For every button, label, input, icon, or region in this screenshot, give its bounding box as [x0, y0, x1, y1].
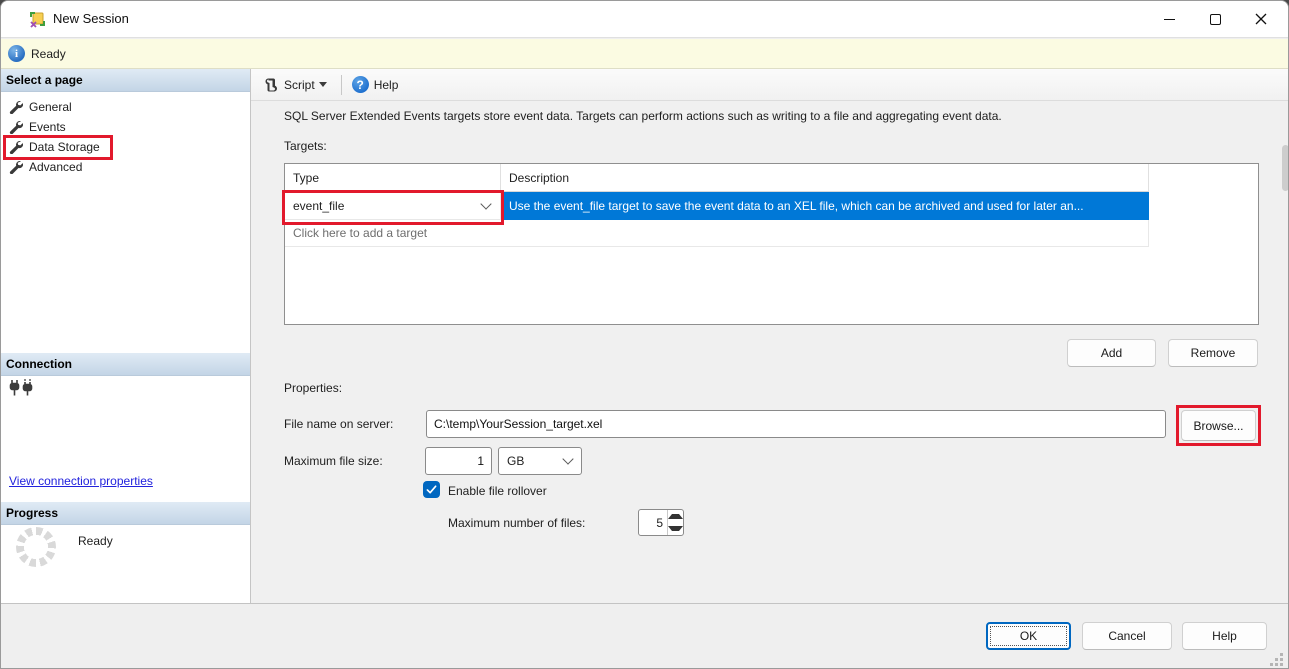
chevron-down-icon[interactable]	[480, 198, 491, 209]
intro-text: SQL Server Extended Events targets store…	[284, 109, 1002, 123]
sidebar-item-data-storage[interactable]: Data Storage	[1, 137, 250, 157]
targets-grid: Type Description event_file Use the even…	[284, 163, 1259, 325]
sidebar-item-label: Data Storage	[29, 140, 100, 154]
status-strip: i Ready	[1, 39, 1288, 69]
browse-button[interactable]: Browse...	[1181, 410, 1256, 441]
connection-header: Connection	[1, 353, 250, 376]
file-name-input[interactable]	[426, 410, 1166, 438]
maximize-button[interactable]	[1192, 1, 1238, 37]
help-label: Help	[374, 78, 399, 92]
sidebar-item-label: Events	[29, 120, 66, 134]
add-target-placeholder-row[interactable]: Click here to add a target	[285, 220, 1149, 247]
script-label: Script	[284, 78, 315, 92]
enable-file-rollover-label: Enable file rollover	[448, 484, 547, 498]
select-a-page-header: Select a page	[1, 69, 250, 92]
wrench-icon	[9, 140, 23, 154]
minimize-icon	[1164, 19, 1175, 20]
close-button[interactable]	[1238, 1, 1284, 37]
file-size-unit-value: GB	[507, 454, 524, 468]
column-header-description[interactable]: Description	[501, 164, 1149, 192]
add-button[interactable]: Add	[1067, 339, 1156, 367]
wrench-icon	[9, 160, 23, 174]
target-description-cell[interactable]: Use the event_file target to save the ev…	[501, 192, 1149, 220]
help-icon: ?	[352, 76, 369, 93]
file-name-label: File name on server:	[284, 417, 393, 431]
wrench-icon	[9, 100, 23, 114]
properties-label: Properties:	[284, 381, 342, 395]
toolbar-separator	[341, 75, 342, 95]
script-button[interactable]: Script	[259, 73, 335, 97]
toolbar: Script ? Help	[251, 69, 1289, 101]
maximize-icon	[1210, 14, 1221, 25]
view-connection-properties-link[interactable]: View connection properties	[9, 474, 153, 488]
minimize-button[interactable]	[1146, 1, 1192, 37]
arrow-up-icon	[668, 514, 683, 519]
footer-bar: OK Cancel Help	[1, 603, 1288, 669]
target-type-value: event_file	[293, 199, 344, 213]
info-icon: i	[8, 45, 25, 62]
sidebar-item-advanced[interactable]: Advanced	[1, 157, 250, 177]
sidebar-item-general[interactable]: General	[1, 97, 250, 117]
sidebar-item-label: Advanced	[29, 160, 82, 174]
max-file-size-input[interactable]	[425, 447, 492, 475]
chevron-down-icon[interactable]	[562, 453, 573, 464]
checkmark-icon	[426, 484, 437, 495]
script-dropdown-caret-icon	[319, 82, 327, 87]
new-session-dialog: New Session i Ready Select a page Genera…	[0, 0, 1289, 669]
spin-down-button[interactable]	[668, 523, 683, 536]
new-session-icon	[29, 11, 46, 28]
sidebar-item-events[interactable]: Events	[1, 117, 250, 137]
help-toolbar-button[interactable]: ? Help	[348, 73, 403, 97]
file-size-unit-combobox[interactable]: GB	[498, 447, 582, 475]
script-icon	[263, 77, 279, 93]
scrollbar-thumb[interactable]	[1282, 145, 1289, 191]
arrow-down-icon	[668, 526, 683, 531]
enable-file-rollover-checkbox[interactable]	[423, 481, 440, 498]
progress-spinner-icon	[16, 527, 56, 567]
progress-header: Progress	[1, 502, 250, 525]
close-icon	[1255, 13, 1267, 25]
progress-status: Ready	[78, 534, 113, 548]
sidebar: Select a page General Events Data Storag…	[1, 69, 251, 603]
spinner-arrows	[667, 510, 683, 535]
max-files-value: 5	[639, 510, 667, 535]
cancel-button[interactable]: Cancel	[1082, 622, 1172, 650]
max-files-spinner[interactable]: 5	[638, 509, 684, 536]
connection-icon	[9, 379, 35, 399]
resize-grip[interactable]	[1269, 652, 1283, 666]
remove-button[interactable]: Remove	[1168, 339, 1258, 367]
status-text: Ready	[31, 47, 66, 61]
main-panel: Script ? Help SQL Server Extended Events…	[251, 69, 1289, 603]
targets-label: Targets:	[284, 139, 327, 153]
max-files-label: Maximum number of files:	[448, 516, 585, 530]
window-title: New Session	[53, 11, 129, 26]
ok-button[interactable]: OK	[986, 622, 1071, 650]
vertical-scrollbar[interactable]	[1282, 139, 1289, 669]
max-file-size-label: Maximum file size:	[284, 454, 383, 468]
help-button[interactable]: Help	[1182, 622, 1267, 650]
sidebar-item-label: General	[29, 100, 72, 114]
spin-up-button[interactable]	[668, 510, 683, 523]
wrench-icon	[9, 120, 23, 134]
target-type-combobox[interactable]: event_file	[285, 192, 501, 220]
title-bar: New Session	[1, 1, 1288, 38]
column-header-type[interactable]: Type	[285, 164, 501, 192]
